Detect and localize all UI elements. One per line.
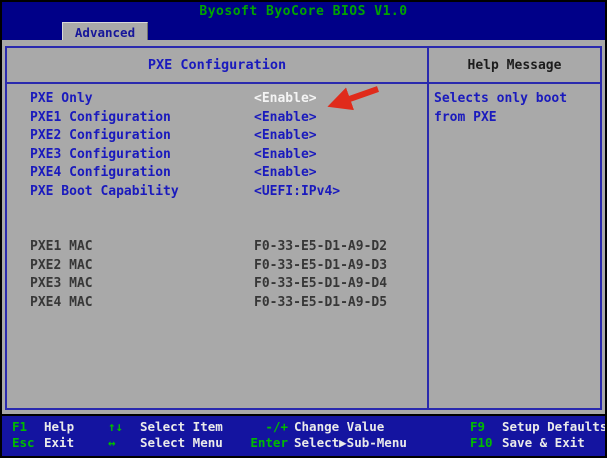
help-panel: Selects only boot from PXE [429, 84, 600, 410]
legend-item: F10 Save & Exit [470, 435, 607, 451]
option-label: PXE Boot Capability [30, 184, 179, 199]
legend-item: ↔ Select Menu [108, 435, 223, 451]
readonly-value: F0-33-E5-D1-A9-D5 [254, 295, 387, 310]
option-value: <Enable> [254, 91, 317, 106]
key-hint: F10 [470, 435, 496, 451]
legend-col-3: -/+ Change Value Enter Select▶Sub-Menu [242, 419, 407, 451]
readonly-value: F0-33-E5-D1-A9-D3 [254, 258, 387, 273]
key-hint: F1 [12, 419, 38, 435]
legend-col-2: ↑↓ Select Item ↔ Select Menu [108, 419, 223, 451]
legend-item: ↑↓ Select Item [108, 419, 223, 435]
key-legend-footer: F1 Help Esc Exit ↑↓ Select Item ↔ Select… [2, 414, 605, 456]
key-action: Save & Exit [502, 435, 585, 451]
option-pxe1-configuration[interactable]: PXE1 Configuration <Enable> [7, 110, 427, 129]
option-pxe3-configuration[interactable]: PXE3 Configuration <Enable> [7, 147, 427, 166]
option-label: PXE1 Configuration [30, 110, 171, 125]
arrow-updown-icon: ↑↓ [108, 419, 134, 435]
legend-item: F9 Setup Defaults [470, 419, 607, 435]
readonly-pxe1-mac: PXE1 MAC F0-33-E5-D1-A9-D2 [7, 239, 427, 258]
readonly-value: F0-33-E5-D1-A9-D2 [254, 239, 387, 254]
key-action: Setup Defaults [502, 419, 607, 435]
spacer [7, 202, 427, 221]
option-pxe2-configuration[interactable]: PXE2 Configuration <Enable> [7, 128, 427, 147]
help-panel-title: Help Message [429, 48, 600, 82]
page-title: PXE Configuration [7, 48, 429, 82]
options-list: PXE Only <Enable> PXE1 Configuration <En… [7, 84, 429, 410]
option-value: <Enable> [254, 147, 317, 162]
readonly-label: PXE2 MAC [30, 258, 93, 273]
readonly-value: F0-33-E5-D1-A9-D4 [254, 276, 387, 291]
option-value: <UEFI:IPv4> [254, 184, 340, 199]
legend-col-1: F1 Help Esc Exit [12, 419, 74, 451]
option-value: <Enable> [254, 128, 317, 143]
key-hint: -/+ [242, 419, 288, 435]
option-label: PXE2 Configuration [30, 128, 171, 143]
legend-col-4: F9 Setup Defaults F10 Save & Exit [470, 419, 607, 451]
key-action: Help [44, 419, 74, 435]
option-pxe-boot-capability[interactable]: PXE Boot Capability <UEFI:IPv4> [7, 184, 427, 203]
key-action: Change Value [294, 419, 384, 435]
panel-header: PXE Configuration Help Message [7, 48, 600, 84]
readonly-pxe3-mac: PXE3 MAC F0-33-E5-D1-A9-D4 [7, 276, 427, 295]
readonly-pxe4-mac: PXE4 MAC F0-33-E5-D1-A9-D5 [7, 295, 427, 314]
arrow-leftright-icon: ↔ [108, 435, 134, 451]
tab-advanced[interactable]: Advanced [62, 22, 148, 40]
option-label: PXE Only [30, 91, 93, 106]
help-text: Selects only boot from PXE [434, 90, 596, 127]
key-action: Select Menu [140, 435, 223, 451]
key-hint: Enter [242, 435, 288, 451]
panel-body: PXE Only <Enable> PXE1 Configuration <En… [7, 84, 600, 410]
option-value: <Enable> [254, 165, 317, 180]
option-label: PXE4 Configuration [30, 165, 171, 180]
key-hint: F9 [470, 419, 496, 435]
bios-screen: Byosoft ByoCore BIOS V1.0 Advanced PXE C… [0, 0, 607, 458]
spacer [7, 221, 427, 240]
readonly-label: PXE3 MAC [30, 276, 93, 291]
key-hint: Esc [12, 435, 38, 451]
readonly-label: PXE1 MAC [30, 239, 93, 254]
key-action: Exit [44, 435, 74, 451]
key-action: Select Item [140, 419, 223, 435]
legend-item: Enter Select▶Sub-Menu [242, 435, 407, 451]
key-action: Select▶Sub-Menu [294, 435, 407, 451]
readonly-pxe2-mac: PXE2 MAC F0-33-E5-D1-A9-D3 [7, 258, 427, 277]
legend-item: Esc Exit [12, 435, 74, 451]
legend-item: F1 Help [12, 419, 74, 435]
bios-title: Byosoft ByoCore BIOS V1.0 [2, 4, 605, 19]
option-pxe4-configuration[interactable]: PXE4 Configuration <Enable> [7, 165, 427, 184]
red-pointer-arrow-icon [326, 84, 382, 112]
legend-item: -/+ Change Value [242, 419, 407, 435]
option-value: <Enable> [254, 110, 317, 125]
option-label: PXE3 Configuration [30, 147, 171, 162]
readonly-label: PXE4 MAC [30, 295, 93, 310]
main-panel: PXE Configuration Help Message PXE Only … [5, 46, 602, 410]
